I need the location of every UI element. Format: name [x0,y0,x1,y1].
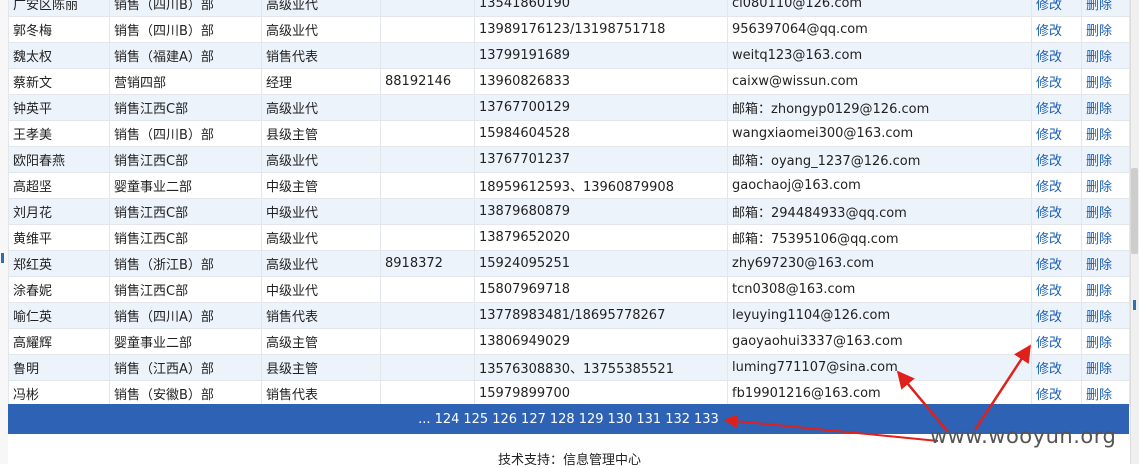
arrow-to-email [896,370,949,433]
arrow-to-pager [723,414,939,442]
scrollbar-thumb[interactable] [1131,168,1138,254]
watermark: www.wooyun.org [930,424,1117,448]
scrollbar-marker [1133,300,1136,310]
arrow-to-edit-link [973,344,1032,431]
annotation-arrows [723,344,1032,442]
